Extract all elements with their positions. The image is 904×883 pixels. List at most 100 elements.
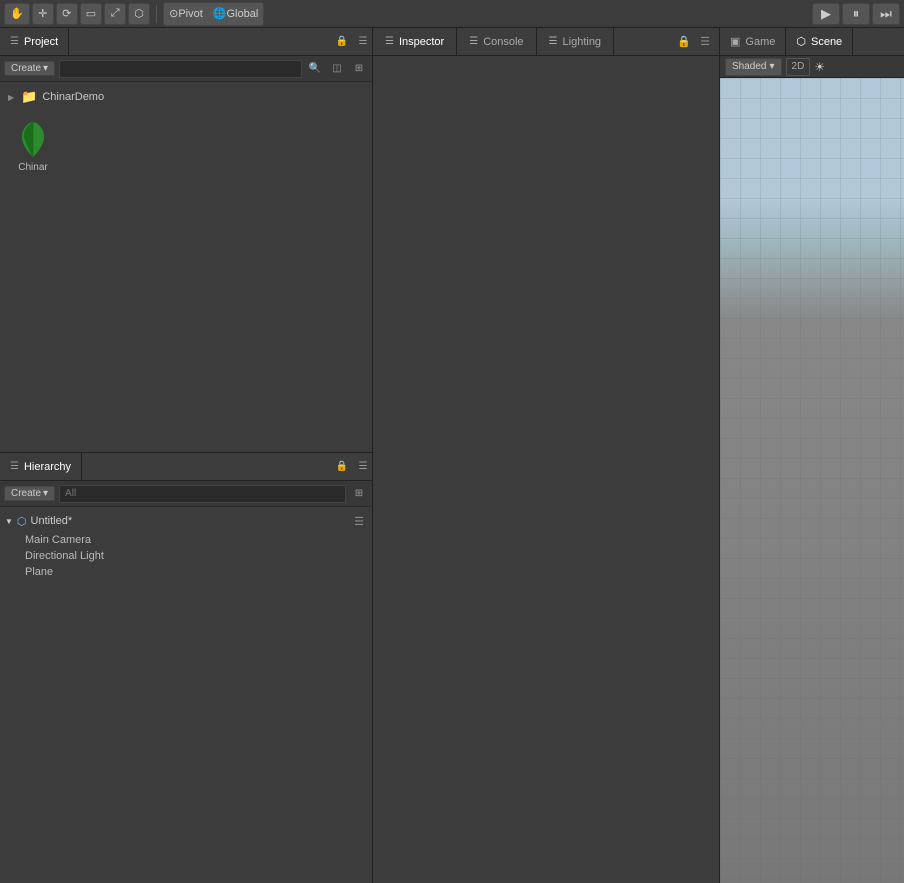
console-tab[interactable]: ☰ Console [457, 28, 536, 55]
transform-tools: ✋ ✛ ⟳ ▭ ⤢ ⬡ [4, 3, 150, 25]
lighting-tab-label: Lighting [563, 36, 602, 48]
hierarchy-tab-icon: ☰ [10, 461, 19, 472]
console-tab-icon: ☰ [469, 36, 478, 47]
game-tab[interactable]: ▣ Game [720, 28, 786, 55]
project-tab[interactable]: ☰ Project [0, 28, 69, 55]
game-tab-label: Game [745, 36, 775, 48]
folder-icon: 📁 [21, 89, 37, 105]
middle-section: ☰ Inspector ☰ Console ☰ Lighting 🔒 ☰ [373, 28, 720, 883]
hierarchy-filter-button[interactable]: ⊞ [350, 485, 368, 503]
hierarchy-create-label: Create [11, 488, 41, 499]
top-toolbar: ✋ ✛ ⟳ ▭ ⤢ ⬡ ⊙ Pivot 🌐 Global ▶ ⏸ ⏭ [0, 0, 904, 28]
console-tab-label: Console [483, 36, 523, 48]
project-tab-icon: ☰ [10, 36, 19, 47]
folder-expand-icon: ▶ [8, 93, 14, 102]
asset-name: Chinar [18, 162, 47, 173]
toolbar-sep-1 [156, 5, 157, 23]
rotate-tool-button[interactable]: ⟳ [56, 3, 78, 25]
hierarchy-controls: Create ▾ ⊞ [0, 481, 372, 507]
hierarchy-item-plane[interactable]: Plane [0, 564, 372, 580]
project-controls: Create ▾ 🔍 ◫ ⊞ [0, 56, 372, 82]
hierarchy-tab-label: Hierarchy [24, 461, 71, 473]
folder-chinar-demo[interactable]: ▶ 📁 ChinarDemo [5, 87, 367, 107]
scene-tab[interactable]: ⬡ Scene [786, 28, 853, 55]
lighting-tab[interactable]: ☰ Lighting [537, 28, 615, 55]
hierarchy-menu-button[interactable]: ☰ [354, 458, 372, 476]
scale-tool-button[interactable]: ⤢ [104, 3, 126, 25]
play-button[interactable]: ▶ [812, 3, 840, 25]
project-panel: ☰ Project 🔒 ☰ Create ▾ 🔍 ◫ ⊞ [0, 28, 372, 453]
sun-icon: ☀ [814, 60, 825, 74]
scene-tab-label: Scene [811, 36, 842, 48]
inspector-tab-label: Inspector [399, 36, 444, 48]
inspector-menu-button[interactable]: ☰ [696, 33, 714, 51]
pivot-icon: ⊙ [169, 7, 178, 20]
pivot-button[interactable]: ⊙ Pivot [164, 3, 208, 25]
asset-chinar[interactable]: Chinar [10, 117, 56, 176]
create-label: Create [11, 63, 41, 74]
rect-tool-button[interactable]: ▭ [80, 3, 102, 25]
inspector-tab[interactable]: ☰ Inspector [373, 28, 457, 55]
hierarchy-panel: ☰ Hierarchy 🔒 ☰ Create ▾ ⊞ ▼ ⬡ [0, 453, 372, 883]
inspector-tab-bar: ☰ Inspector ☰ Console ☰ Lighting 🔒 ☰ [373, 28, 719, 56]
scene-row[interactable]: ▼ ⬡ Untitled* ☰ [0, 510, 372, 532]
play-controls: ▶ ⏸ ⏭ [812, 3, 900, 25]
move-tool-button[interactable]: ✛ [32, 3, 54, 25]
left-panel: ☰ Project 🔒 ☰ Create ▾ 🔍 ◫ ⊞ [0, 28, 373, 883]
hierarchy-tab[interactable]: ☰ Hierarchy [0, 453, 82, 480]
project-settings-btn[interactable]: ⊞ [350, 60, 368, 78]
scene-menu-button[interactable]: ☰ [351, 513, 367, 529]
scene-tab-icon: ⬡ [796, 35, 806, 48]
transform-tool-button[interactable]: ⬡ [128, 3, 150, 25]
project-filter-btn[interactable]: ◫ [328, 60, 346, 78]
hierarchy-create-button[interactable]: Create ▾ [4, 486, 55, 501]
hierarchy-panel-header-right: 🔒 ☰ [333, 453, 372, 480]
scene-row-icon: ⬡ [17, 515, 27, 528]
hierarchy-item-main-camera[interactable]: Main Camera [0, 532, 372, 548]
inspector-content [373, 56, 719, 883]
scene-expand-icon: ▼ [5, 517, 13, 526]
directional-light-label: Directional Light [25, 550, 104, 562]
step-button[interactable]: ⏭ [872, 3, 900, 25]
chinar-asset-icon [14, 119, 52, 161]
pivot-label: Pivot [178, 8, 202, 20]
scene-viewport[interactable] [720, 78, 904, 883]
plane-label: Plane [25, 566, 53, 578]
project-create-button[interactable]: Create ▾ [4, 61, 55, 76]
hierarchy-content: ▼ ⬡ Untitled* ☰ Main Camera Directional … [0, 507, 372, 883]
main-layout: ☰ Project 🔒 ☰ Create ▾ 🔍 ◫ ⊞ [0, 28, 904, 883]
global-label: Global [227, 8, 259, 20]
shaded-arrow-icon: ▾ [769, 61, 774, 72]
global-button[interactable]: 🌐 Global [208, 3, 264, 25]
2d-toggle-button[interactable]: 2D [786, 58, 811, 76]
project-search-icon-btn[interactable]: 🔍 [306, 60, 324, 78]
project-menu-button[interactable]: ☰ [354, 33, 372, 51]
inspector-tab-bar-right: 🔒 ☰ [670, 28, 719, 55]
hierarchy-item-directional-light[interactable]: Directional Light [0, 548, 372, 564]
project-tab-label: Project [24, 36, 58, 48]
hierarchy-lock-button[interactable]: 🔒 [333, 458, 351, 476]
hierarchy-create-arrow: ▾ [43, 488, 48, 499]
global-icon: 🌐 [213, 7, 227, 20]
project-content: ▶ 📁 ChinarDemo C [0, 82, 372, 452]
project-panel-header-right: 🔒 ☰ [333, 28, 372, 55]
folder-name: ChinarDemo [42, 91, 104, 103]
view-tab-bar: ▣ Game ⬡ Scene [720, 28, 904, 56]
asset-grid: Chinar [5, 107, 367, 186]
game-tab-icon: ▣ [730, 35, 740, 48]
scene-name: Untitled* [31, 515, 73, 527]
project-lock-button[interactable]: 🔒 [333, 33, 351, 51]
hand-tool-button[interactable]: ✋ [4, 3, 30, 25]
hierarchy-search-input[interactable] [59, 485, 346, 503]
inspector-lock-button[interactable]: 🔒 [675, 33, 693, 51]
shaded-label: Shaded [732, 61, 766, 72]
shaded-button[interactable]: Shaded ▾ [725, 58, 782, 76]
project-search-input[interactable] [59, 60, 302, 78]
pause-button[interactable]: ⏸ [842, 3, 870, 25]
create-arrow-icon: ▾ [43, 63, 48, 74]
asset-icon-container [13, 120, 53, 160]
project-tab-bar: ☰ Project 🔒 ☰ [0, 28, 372, 56]
inspector-tab-icon: ☰ [385, 36, 394, 47]
view-panel: ▣ Game ⬡ Scene Shaded ▾ 2D ☀ [720, 28, 904, 883]
lighting-tab-icon: ☰ [549, 36, 558, 47]
